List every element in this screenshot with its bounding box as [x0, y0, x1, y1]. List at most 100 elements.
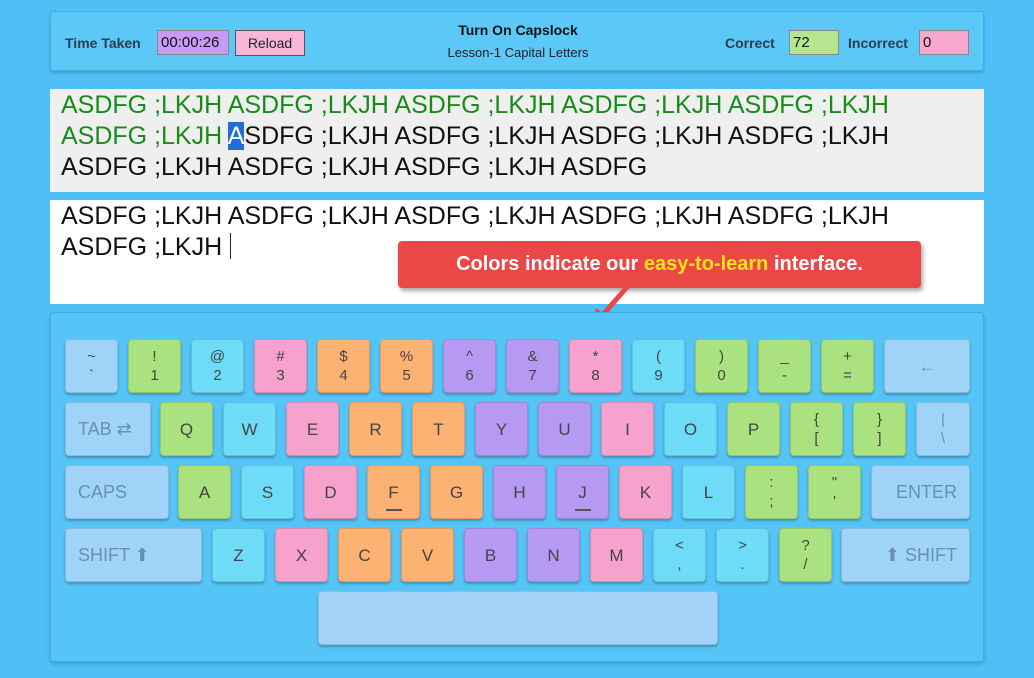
key-8[interactable]: * 8	[569, 339, 622, 393]
key-backslash[interactable]: | \	[916, 402, 970, 456]
key-a[interactable]: A	[178, 465, 231, 519]
key-caps[interactable]: CAPS	[65, 465, 169, 519]
key-tab[interactable]: TAB ⇄	[65, 402, 151, 456]
key-space[interactable]	[318, 591, 718, 645]
key-label: \	[940, 430, 946, 447]
key-label: S	[261, 482, 274, 502]
key-2[interactable]: @2	[191, 339, 244, 393]
callout-text-post: interface.	[768, 253, 863, 275]
key-label: D	[324, 482, 337, 502]
key-shift-label: "	[831, 474, 838, 491]
key-k[interactable]: K	[619, 465, 672, 519]
key-semicolon[interactable]: :;	[745, 465, 798, 519]
key-quote[interactable]: " '	[808, 465, 861, 519]
key-label: R	[369, 419, 382, 439]
key-e[interactable]: E	[286, 402, 339, 456]
key-5[interactable]: % 5	[380, 339, 433, 393]
key-x[interactable]: X	[275, 528, 328, 582]
key-label: 0	[717, 367, 726, 384]
text-caret	[230, 233, 232, 259]
key-r[interactable]: R	[349, 402, 402, 456]
key-label: N	[547, 545, 560, 565]
key-shift-label: }	[876, 411, 882, 428]
key-shift-label: $	[339, 348, 348, 365]
home-row-bump	[574, 509, 591, 511]
key-shift-label: &	[527, 348, 538, 365]
key-l[interactable]: L	[682, 465, 735, 519]
key-equals[interactable]: + =	[821, 339, 874, 393]
key-7[interactable]: & 7	[506, 339, 559, 393]
key-label: G	[449, 482, 464, 502]
key-shift-label: #	[276, 348, 285, 365]
key-p[interactable]: P	[727, 402, 780, 456]
correct-value: 72	[789, 30, 839, 55]
target-line-1: ASDFG ;LKJH ASDFG ;LKJH ASDFG ;LKJH ASDF…	[61, 90, 984, 121]
key-w[interactable]: W	[223, 402, 276, 456]
key-shift-label: (	[656, 348, 661, 365]
key-shift-label: ?	[801, 537, 810, 554]
key-v[interactable]: V	[401, 528, 454, 582]
key-i[interactable]: I	[601, 402, 654, 456]
key-o[interactable]: O	[664, 402, 717, 456]
key-left-bracket[interactable]: {[	[790, 402, 843, 456]
key-n[interactable]: N	[527, 528, 580, 582]
key-d[interactable]: D	[304, 465, 357, 519]
key-s[interactable]: S	[241, 465, 294, 519]
key-g[interactable]: G	[430, 465, 483, 519]
key-minus[interactable]: _ -	[758, 339, 811, 393]
key-t[interactable]: T	[412, 402, 465, 456]
key-0[interactable]: ) 0	[695, 339, 748, 393]
key-slash[interactable]: ? /	[779, 528, 832, 582]
tab-label: TAB ⇄	[78, 418, 132, 439]
key-label: F	[388, 482, 399, 502]
key-label: O	[683, 419, 698, 439]
key-right-shift[interactable]: ⬆ SHIFT	[841, 528, 970, 582]
key-label: 8	[591, 367, 600, 384]
key-label: 2	[213, 367, 222, 384]
key-y[interactable]: Y	[475, 402, 528, 456]
header-bar: Time Taken 00:00:26 Reload Turn On Capsl…	[50, 11, 984, 71]
typed-text: ASDFG ;LKJH	[61, 233, 223, 261]
key-m[interactable]: M	[590, 528, 643, 582]
key-backtick[interactable]: ~ `	[65, 339, 118, 393]
key-label: H	[513, 482, 526, 502]
key-q[interactable]: Q	[160, 402, 213, 456]
remaining-text: ASDFG ;LKJH ASDFG ;LKJH ASDFG ;LKJH ASDF…	[61, 153, 648, 181]
key-comma[interactable]: <,	[653, 528, 706, 582]
target-line-2: ASDFG ;LKJH ASDFG ;LKJH ASDFG ;LKJH ASDF…	[61, 121, 984, 152]
key-label: `	[89, 367, 94, 384]
key-1[interactable]: ! 1	[128, 339, 181, 393]
key-h[interactable]: H	[493, 465, 546, 519]
key-z[interactable]: Z	[212, 528, 265, 582]
shift-label: ⬆ SHIFT	[884, 544, 957, 565]
key-period[interactable]: >.	[716, 528, 769, 582]
key-j[interactable]: J	[556, 465, 609, 519]
key-label: A	[198, 482, 211, 502]
key-label: J	[578, 482, 587, 502]
key-label: P	[747, 419, 760, 439]
typed-line-1: ASDFG ;LKJH ASDFG ;LKJH ASDFG ;LKJH ASDF…	[61, 202, 889, 230]
key-shift-label: _	[780, 348, 789, 365]
key-3[interactable]: #3	[254, 339, 307, 393]
key-shift-label: )	[719, 348, 724, 365]
key-label: [	[814, 430, 819, 447]
key-label: L	[703, 482, 714, 502]
completed-text: ASDFG ;LKJH ASDFG ;LKJH ASDFG ;LKJH ASDF…	[61, 91, 889, 119]
key-4[interactable]: $4	[317, 339, 370, 393]
key-right-bracket[interactable]: }]	[853, 402, 906, 456]
key-c[interactable]: C	[338, 528, 391, 582]
key-label: ]	[877, 430, 882, 447]
key-enter[interactable]: ENTER	[871, 465, 970, 519]
key-b[interactable]: B	[464, 528, 517, 582]
key-label: W	[241, 419, 258, 439]
key-6[interactable]: ^ 6	[443, 339, 496, 393]
key-f[interactable]: F	[367, 465, 420, 519]
key-label: Y	[495, 419, 508, 439]
key-u[interactable]: U	[538, 402, 591, 456]
key-shift-label: <	[675, 537, 684, 554]
key-left-shift[interactable]: SHIFT ⬆	[65, 528, 202, 582]
key-label: 7	[528, 367, 537, 384]
key-backspace[interactable]: ←	[884, 339, 970, 393]
home-row-bump	[385, 509, 402, 511]
key-9[interactable]: (9	[632, 339, 685, 393]
